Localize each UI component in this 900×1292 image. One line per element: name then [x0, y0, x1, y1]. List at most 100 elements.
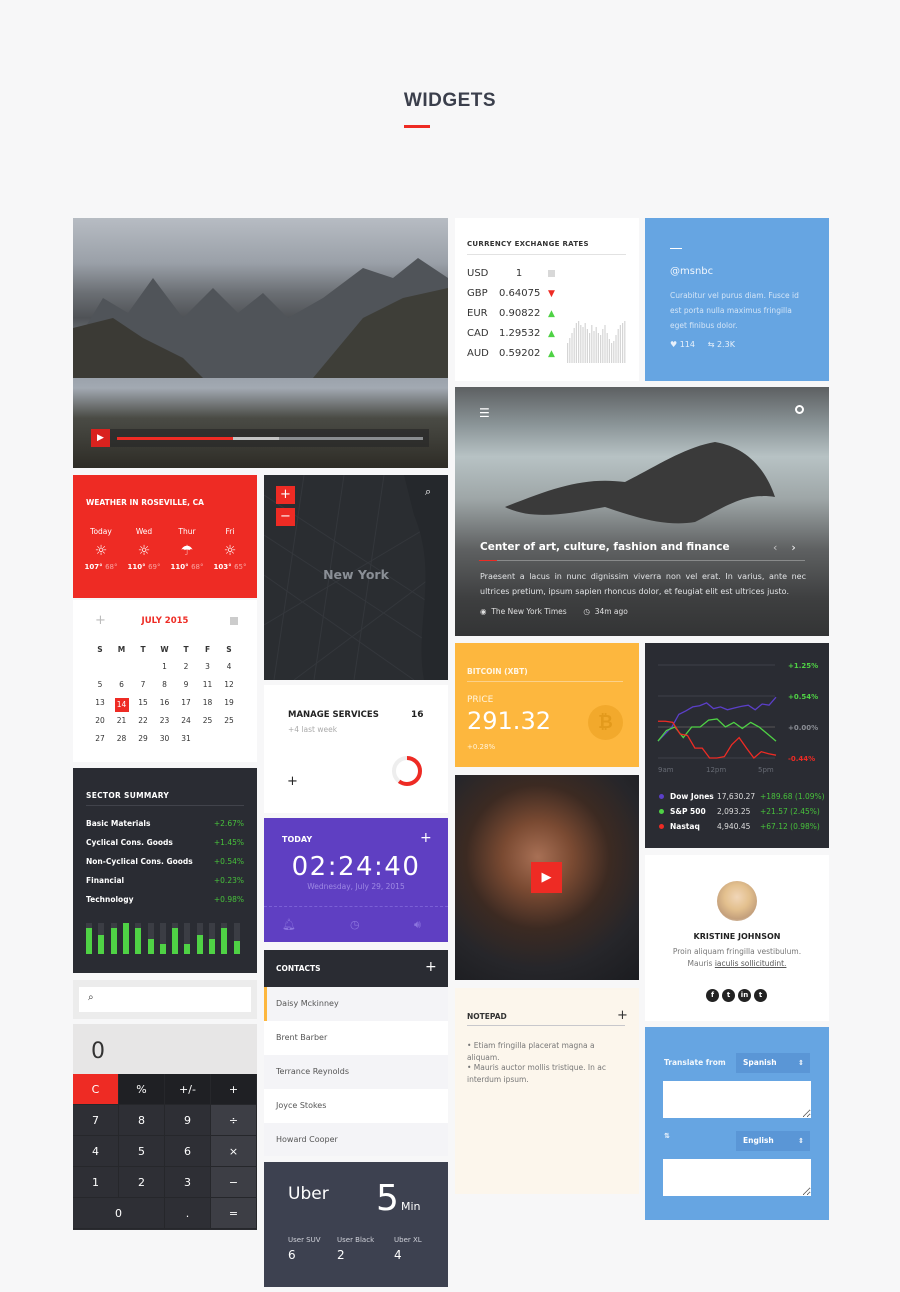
calc-key[interactable]: +	[211, 1074, 257, 1105]
from-language-value: Spanish	[743, 1058, 777, 1067]
calc-key[interactable]: 7	[73, 1105, 119, 1136]
high-temp: 110°	[127, 563, 146, 571]
calendar-day[interactable]: 25	[219, 716, 239, 725]
contact-item[interactable]: Joyce Stokes	[264, 1089, 448, 1123]
bell-icon[interactable]: 🔔︎	[282, 918, 296, 931]
contact-item[interactable]: Howard Cooper	[264, 1123, 448, 1156]
calendar-day[interactable]: 24	[176, 716, 196, 725]
calc-key[interactable]: 1	[73, 1167, 119, 1198]
calendar-day[interactable]: 9	[176, 680, 196, 689]
calendar-day[interactable]: 11	[198, 680, 218, 689]
source-text-input[interactable]	[663, 1081, 811, 1118]
retweet-icon[interactable]: ⇆	[708, 340, 715, 349]
profile-name: KRISTINE JOHNSON	[693, 932, 781, 941]
profile-link[interactable]: iaculis sollicitudint.	[715, 959, 787, 968]
note-item[interactable]: • Mauris auctor mollis tristique. In ac …	[467, 1062, 627, 1086]
calendar-day[interactable]: 19	[219, 698, 239, 707]
contact-item[interactable]: Brent Barber	[264, 1021, 448, 1055]
heart-icon[interactable]: ♥	[670, 340, 677, 349]
calendar-day[interactable]: 27	[90, 734, 110, 743]
calendar-day[interactable]: 4	[219, 662, 239, 671]
circle-icon[interactable]	[795, 405, 804, 414]
swap-languages-icon[interactable]: ⇅	[664, 1132, 670, 1140]
zoom-in-button[interactable]: +	[276, 486, 295, 504]
calc-key[interactable]: 8	[119, 1105, 165, 1136]
news-headline[interactable]: Center of art, culture, fashion and fina…	[480, 541, 730, 553]
calendar-day[interactable]: 18	[198, 698, 218, 707]
retweets-count: 2.3K	[716, 340, 735, 349]
add-service-button[interactable]: +	[287, 774, 298, 789]
calendar-day[interactable]: 29	[133, 734, 153, 743]
uber-option[interactable]: User Black 2	[337, 1236, 374, 1262]
calendar-day[interactable]: 5	[90, 680, 110, 689]
menu-icon[interactable]: ☰	[479, 406, 490, 420]
calendar-day[interactable]: 17	[176, 698, 196, 707]
calendar-day[interactable]: 25	[198, 716, 218, 725]
news-source[interactable]: The New York Times	[491, 607, 566, 616]
calendar-day[interactable]: 30	[155, 734, 175, 743]
calendar-day[interactable]: 20	[90, 716, 110, 725]
video-seek-bar[interactable]	[117, 437, 423, 440]
calc-key[interactable]: 3	[165, 1167, 211, 1198]
grid-view-icon[interactable]	[230, 617, 238, 625]
map-widget[interactable]: + − ⌕ New York	[264, 475, 448, 680]
add-note-button[interactable]: +	[617, 1008, 628, 1023]
calc-key[interactable]: 5	[119, 1136, 165, 1167]
volume-icon[interactable]: 🔊︎	[414, 918, 421, 932]
calendar-day[interactable]: 15	[133, 698, 153, 707]
avatar[interactable]	[717, 881, 757, 921]
calc-key[interactable]: +/-	[165, 1074, 211, 1105]
translated-text-output[interactable]	[663, 1159, 811, 1196]
calc-key[interactable]: 4	[73, 1136, 119, 1167]
calc-key[interactable]: .	[165, 1198, 211, 1229]
twitter-handle[interactable]: @msnbc	[670, 266, 713, 277]
calendar-day[interactable]: 31	[176, 734, 196, 743]
calendar-widget: + JULY 2015 S M T W T F S 1 2 3 4 5 6 7 8 9 11 12 13 14 15 16…	[73, 600, 257, 762]
uber-option[interactable]: User SUV 6	[288, 1236, 321, 1262]
calendar-day[interactable]: 28	[112, 734, 132, 743]
calendar-day[interactable]: 23	[155, 716, 175, 725]
calendar-day[interactable]: 6	[112, 680, 132, 689]
contact-item[interactable]: Terrance Reynolds	[264, 1055, 448, 1089]
prev-arrow-icon[interactable]: ‹	[773, 541, 777, 554]
calc-key[interactable]: −	[211, 1167, 257, 1198]
calc-key[interactable]: 9	[165, 1105, 211, 1136]
calc-key[interactable]: C	[73, 1074, 119, 1105]
search-input[interactable]	[103, 990, 243, 1009]
note-item[interactable]: • Etiam fringilla placerat magna a aliqu…	[467, 1040, 627, 1064]
calendar-day[interactable]: 16	[155, 698, 175, 707]
calc-key[interactable]: 0	[73, 1198, 165, 1229]
tumblr-icon[interactable]: t	[722, 989, 735, 1002]
calendar-day[interactable]: 13	[90, 698, 110, 707]
calendar-day[interactable]: 22	[133, 716, 153, 725]
calc-key[interactable]: %	[119, 1074, 165, 1105]
add-contact-button[interactable]: +	[425, 959, 437, 975]
to-language-select[interactable]: English ⇕	[736, 1131, 810, 1151]
calendar-day[interactable]: 14	[114, 698, 129, 712]
calc-key[interactable]: 6	[165, 1136, 211, 1167]
facebook-icon[interactable]: f	[706, 989, 719, 1002]
clock-icon[interactable]: ◷	[350, 918, 360, 931]
contact-item[interactable]: Daisy Mckinney	[264, 987, 448, 1021]
twitter-icon[interactable]: t	[754, 989, 767, 1002]
calendar-day[interactable]: 8	[155, 680, 175, 689]
play-button[interactable]: ▶	[91, 429, 110, 447]
next-arrow-icon[interactable]: ›	[791, 541, 795, 554]
calendar-day[interactable]: 21	[112, 716, 132, 725]
uber-option[interactable]: Uber XL 4	[394, 1236, 422, 1262]
calc-key[interactable]: ÷	[211, 1105, 257, 1136]
calendar-day[interactable]: 2	[176, 662, 196, 671]
calendar-day[interactable]: 12	[219, 680, 239, 689]
calc-key[interactable]: =	[211, 1198, 257, 1229]
calc-key[interactable]: ×	[211, 1136, 257, 1167]
zoom-out-button[interactable]: −	[276, 508, 295, 526]
calendar-day[interactable]: 7	[133, 680, 153, 689]
play-button[interactable]: ▶	[531, 862, 562, 893]
calc-key[interactable]: 2	[119, 1167, 165, 1198]
linkedin-icon[interactable]: in	[738, 989, 751, 1002]
search-icon[interactable]: ⌕	[425, 485, 431, 499]
from-language-select[interactable]: Spanish ⇕	[736, 1053, 810, 1073]
calendar-day[interactable]: 1	[155, 662, 175, 671]
add-alarm-button[interactable]: +	[420, 830, 432, 846]
calendar-day[interactable]: 3	[198, 662, 218, 671]
